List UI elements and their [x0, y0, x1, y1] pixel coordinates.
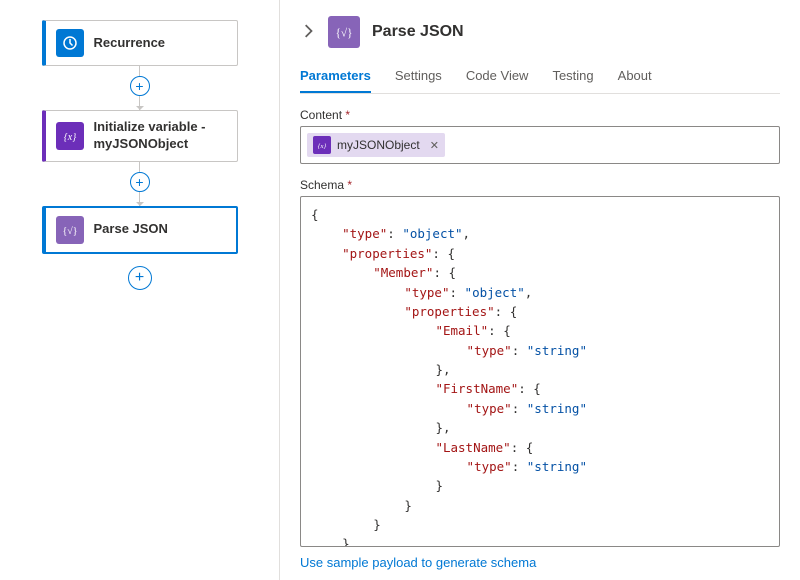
details-panel: {√} Parse JSON Parameters Settings Code …: [280, 0, 800, 580]
svg-text:{x}: {x}: [318, 143, 327, 150]
tab-settings[interactable]: Settings: [395, 62, 442, 93]
variable-icon: {x}: [313, 136, 331, 154]
node-recurrence[interactable]: Recurrence: [42, 20, 238, 66]
add-step-button-end[interactable]: +: [128, 266, 152, 290]
panel-title: Parse JSON: [372, 23, 464, 41]
token-remove-icon[interactable]: ✕: [430, 139, 439, 152]
schema-label: Schema *: [300, 178, 780, 192]
add-step-button[interactable]: +: [130, 76, 150, 96]
recurrence-icon: [56, 29, 84, 57]
content-input[interactable]: {x} myJSONObject ✕: [300, 126, 780, 164]
tab-code-view[interactable]: Code View: [466, 62, 529, 93]
chevron-right-icon[interactable]: [300, 24, 316, 41]
node-label: Parse JSON: [94, 221, 168, 238]
tabs: Parameters Settings Code View Testing Ab…: [300, 62, 780, 94]
node-initialize-variable[interactable]: {x} Initialize variable - myJSONObject: [42, 110, 238, 162]
token-myjsonobject[interactable]: {x} myJSONObject ✕: [307, 133, 445, 157]
tab-testing[interactable]: Testing: [552, 62, 593, 93]
tab-about[interactable]: About: [618, 62, 652, 93]
workflow-canvas: Recurrence + {x} Initialize variable - m…: [0, 0, 280, 580]
add-step-button[interactable]: +: [130, 172, 150, 192]
svg-text:{√}: {√}: [62, 226, 77, 237]
parse-json-icon: {√}: [56, 216, 84, 244]
panel-header: {√} Parse JSON: [300, 16, 780, 48]
tab-parameters[interactable]: Parameters: [300, 62, 371, 93]
content-label: Content *: [300, 108, 780, 122]
node-label: Initialize variable - myJSONObject: [94, 119, 227, 153]
schema-input[interactable]: { "type": "object", "properties": { "Mem…: [300, 196, 780, 547]
node-parse-json[interactable]: {√} Parse JSON: [42, 206, 238, 254]
node-label: Recurrence: [94, 35, 166, 52]
connector: +: [130, 162, 150, 206]
connector: +: [130, 66, 150, 110]
parse-json-icon: {√}: [328, 16, 360, 48]
svg-text:{x}: {x}: [63, 132, 75, 143]
variable-icon: {x}: [56, 122, 84, 150]
sample-payload-link[interactable]: Use sample payload to generate schema: [300, 555, 780, 570]
token-label: myJSONObject: [337, 138, 420, 152]
svg-text:{√}: {√}: [336, 28, 353, 40]
